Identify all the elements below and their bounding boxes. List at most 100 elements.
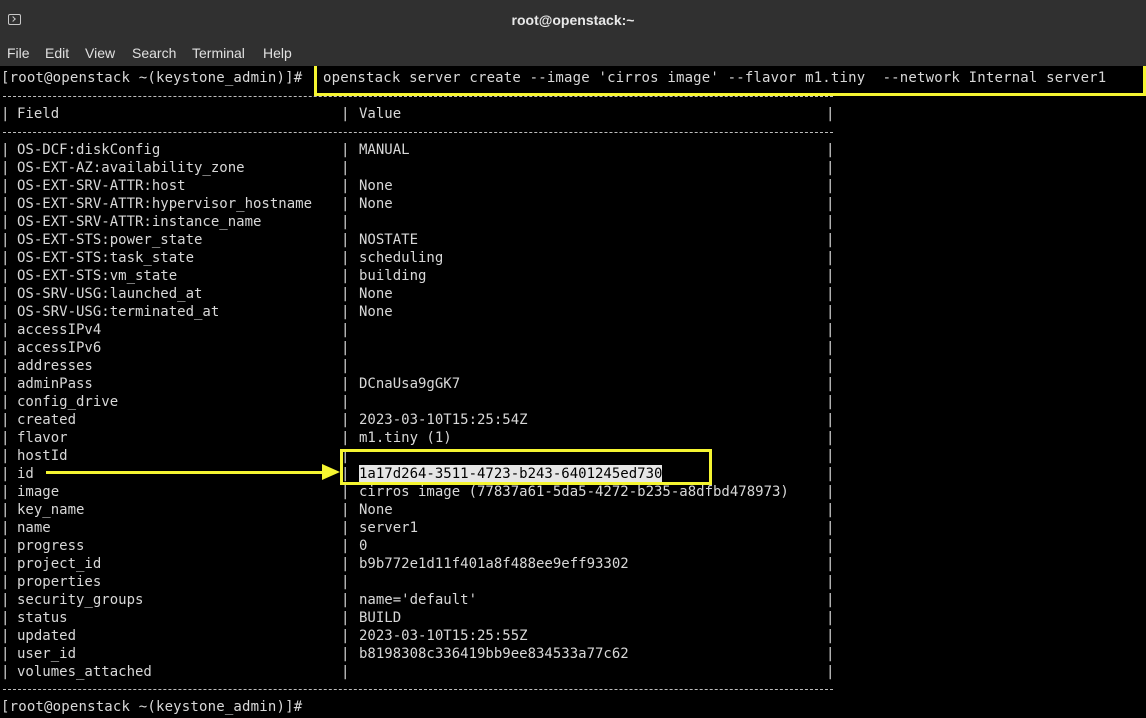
- row-value: DCnaUsa9gGK7: [359, 376, 461, 392]
- row-right-border: |: [826, 592, 835, 608]
- row-field: accessIPv4: [17, 322, 102, 338]
- row-value: NOSTATE: [359, 232, 419, 248]
- row-divider: |: [341, 268, 350, 284]
- row-divider: |: [341, 358, 350, 374]
- row-value: 2023-03-10T15:25:55Z: [359, 628, 528, 644]
- header-left-border: |: [1, 106, 10, 122]
- row-field: id: [17, 466, 34, 482]
- row-right-border: |: [826, 484, 835, 500]
- row-right-border: |: [826, 556, 835, 572]
- row-left-border: |: [1, 268, 10, 284]
- row-right-border: |: [826, 358, 835, 374]
- row-left-border: |: [1, 538, 10, 554]
- row-left-border: |: [1, 574, 10, 590]
- row-left-border: |: [1, 610, 10, 626]
- row-field: OS-EXT-SRV-ATTR:hypervisor_hostname: [17, 196, 313, 212]
- menu-search[interactable]: Search: [131, 45, 177, 61]
- row-right-border: |: [826, 520, 835, 536]
- command-highlight-box: [314, 66, 1146, 96]
- row-value: None: [359, 196, 393, 212]
- row-field: image: [17, 484, 60, 500]
- row-left-border: |: [1, 250, 10, 266]
- id-highlight-box: [340, 449, 712, 485]
- row-right-border: |: [826, 538, 835, 554]
- row-right-border: |: [826, 610, 835, 626]
- row-left-border: |: [1, 286, 10, 302]
- row-divider: |: [341, 214, 350, 230]
- row-divider: |: [341, 160, 350, 176]
- row-field: OS-EXT-STS:power_state: [17, 232, 203, 248]
- row-left-border: |: [1, 664, 10, 680]
- row-divider: |: [341, 376, 350, 392]
- row-right-border: |: [826, 646, 835, 662]
- row-divider: |: [341, 250, 350, 266]
- row-field: progress: [17, 538, 85, 554]
- row-left-border: |: [1, 466, 10, 482]
- terminal-output[interactable]: [root@openstack ~(keystone_admin)]# open…: [0, 66, 1146, 718]
- row-divider: |: [341, 556, 350, 572]
- row-right-border: |: [826, 286, 835, 302]
- row-left-border: |: [1, 358, 10, 374]
- row-field: project_id: [17, 556, 102, 572]
- row-divider: |: [341, 430, 350, 446]
- row-right-border: |: [826, 502, 835, 518]
- row-value: None: [359, 286, 393, 302]
- header-divider: |: [341, 106, 350, 122]
- row-right-border: |: [826, 142, 835, 158]
- row-value: None: [359, 178, 393, 194]
- row-left-border: |: [1, 376, 10, 392]
- row-right-border: |: [826, 394, 835, 410]
- row-left-border: |: [1, 214, 10, 230]
- row-right-border: |: [826, 268, 835, 284]
- menu-file[interactable]: File: [6, 45, 31, 61]
- row-field: config_drive: [17, 394, 119, 410]
- row-left-border: |: [1, 556, 10, 572]
- row-divider: |: [341, 322, 350, 338]
- row-field: user_id: [17, 646, 77, 662]
- row-value: server1: [359, 520, 419, 536]
- row-value: name='default': [359, 592, 478, 608]
- menu-edit[interactable]: Edit: [44, 45, 70, 61]
- menu-bar: File Edit View Search Terminal Help: [0, 42, 1146, 66]
- row-value: None: [359, 304, 393, 320]
- row-field: status: [17, 610, 68, 626]
- row-right-border: |: [826, 340, 835, 356]
- row-right-border: |: [826, 448, 835, 464]
- row-left-border: |: [1, 628, 10, 644]
- row-field: OS-DCF:diskConfig: [17, 142, 161, 158]
- row-left-border: |: [1, 304, 10, 320]
- row-field: OS-SRV-USG:launched_at: [17, 286, 203, 302]
- row-field: volumes_attached: [17, 664, 152, 680]
- window-title: root@openstack:~: [511, 12, 635, 28]
- terminal-window: root@openstack:~ File Edit View Search T…: [0, 0, 1146, 718]
- row-right-border: |: [826, 250, 835, 266]
- menu-terminal[interactable]: Terminal: [191, 45, 246, 61]
- row-value: m1.tiny (1): [359, 430, 452, 446]
- row-field: key_name: [17, 502, 85, 518]
- row-divider: |: [341, 664, 350, 680]
- row-divider: |: [341, 142, 350, 158]
- row-right-border: |: [826, 304, 835, 320]
- row-left-border: |: [1, 142, 10, 158]
- row-divider: |: [341, 538, 350, 554]
- row-value: scheduling: [359, 250, 444, 266]
- row-right-border: |: [826, 466, 835, 482]
- row-value: 2023-03-10T15:25:54Z: [359, 412, 528, 428]
- row-left-border: |: [1, 340, 10, 356]
- row-field: addresses: [17, 358, 93, 374]
- menu-help[interactable]: Help: [262, 45, 293, 61]
- row-divider: |: [341, 610, 350, 626]
- row-field: created: [17, 412, 77, 428]
- row-divider: |: [341, 304, 350, 320]
- menu-view[interactable]: View: [84, 45, 116, 61]
- row-right-border: |: [826, 376, 835, 392]
- row-divider: |: [341, 574, 350, 590]
- header-field: Field: [17, 106, 60, 122]
- row-left-border: |: [1, 646, 10, 662]
- row-field: OS-EXT-SRV-ATTR:instance_name: [17, 214, 262, 230]
- row-field: updated: [17, 628, 77, 644]
- row-right-border: |: [826, 574, 835, 590]
- row-left-border: |: [1, 448, 10, 464]
- row-right-border: |: [826, 628, 835, 644]
- row-left-border: |: [1, 394, 10, 410]
